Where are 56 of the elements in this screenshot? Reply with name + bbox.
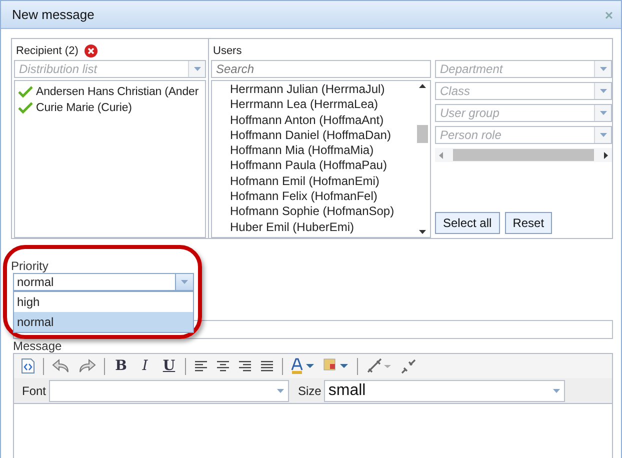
dropdown-arrow-icon[interactable] (600, 67, 606, 71)
user-item[interactable]: Hofmann Felix (HofmanFel) (230, 189, 414, 204)
window-title: New message (12, 7, 94, 22)
source-icon[interactable] (21, 358, 35, 374)
dropdown-arrow-icon[interactable] (194, 67, 200, 71)
users-label: Users (213, 44, 242, 56)
action-button[interactable]: Select all (435, 212, 500, 234)
user-item[interactable]: Hofmann Emil (HofmanEmi) (230, 174, 414, 190)
redo-icon[interactable] (78, 359, 96, 373)
link-icon[interactable] (366, 358, 392, 374)
scrollbar-thumb[interactable] (453, 149, 594, 161)
scroll-right-arrow-icon[interactable] (604, 152, 608, 158)
format-button[interactable]: U (161, 358, 177, 374)
remove-icon[interactable] (84, 44, 98, 58)
recipient-label: Recipient (2) (16, 44, 78, 56)
align-icon[interactable] (238, 360, 252, 372)
priority-dropdown[interactable]: normal (13, 273, 194, 291)
recipient-item[interactable]: Andersen Hans Christian (Ander (36, 86, 199, 98)
text-color-icon[interactable] (291, 358, 315, 374)
dropdown-arrow-icon[interactable] (552, 388, 560, 392)
unlink-icon[interactable] (400, 358, 416, 374)
user-item[interactable]: Herrmann Julian (HerrmaJul) (230, 82, 414, 98)
scroll-up-arrow-icon[interactable] (418, 84, 426, 88)
user-item[interactable]: Hoffmann Daniel (HoffmaDan) (230, 128, 414, 144)
priority-label: Priority (11, 259, 50, 273)
user-item[interactable]: Hoffmann Paula (HoffmaPau) (230, 158, 414, 174)
recipient-list[interactable]: Andersen Hans Christian (Ander Curie Marie (Curie) (14, 80, 206, 238)
scrollbar[interactable] (435, 148, 612, 162)
align-icon[interactable] (194, 360, 208, 372)
format-button[interactable]: I (137, 358, 153, 374)
scrollbar[interactable] (414, 81, 430, 237)
undo-icon[interactable] (52, 359, 70, 373)
font-label: Font (22, 384, 46, 398)
dropdown-option[interactable]: normal (14, 312, 193, 332)
scroll-down-arrow-icon[interactable] (418, 230, 426, 234)
scroll-left-arrow-icon[interactable] (439, 152, 443, 158)
user-item[interactable]: Hoffmann Mia (HoffmaMia) (230, 143, 414, 158)
size-label: Size (298, 384, 322, 398)
dropdown-arrow-icon[interactable] (600, 133, 606, 137)
dropdown-arrow-icon[interactable] (600, 111, 606, 115)
size-dropdown[interactable]: small (324, 380, 566, 402)
search-field[interactable]: Search (212, 61, 430, 77)
user-item[interactable]: Herrmann Lea (HerrmaLea) (230, 97, 414, 113)
dropdown-arrow-icon[interactable] (600, 89, 606, 93)
message-label: Message (13, 339, 63, 353)
format-button[interactable]: B (113, 358, 129, 374)
user-item[interactable]: Huber Emil (HuberEmi) (230, 220, 414, 235)
dropdown-arrow-icon[interactable] (276, 388, 284, 392)
dropdown-option[interactable]: high (14, 292, 193, 312)
action-button[interactable]: Reset (504, 212, 552, 234)
scrollbar-thumb[interactable] (416, 125, 428, 143)
align-icon[interactable] (260, 360, 274, 372)
align-icon[interactable] (216, 360, 230, 372)
user-item[interactable]: Hoffmann Anton (HoffmaAnt) (230, 112, 414, 128)
user-item[interactable]: Hofmann Sophie (HofmanSop) (230, 204, 414, 220)
recipient-item[interactable]: Curie Marie (Curie) (36, 102, 132, 114)
